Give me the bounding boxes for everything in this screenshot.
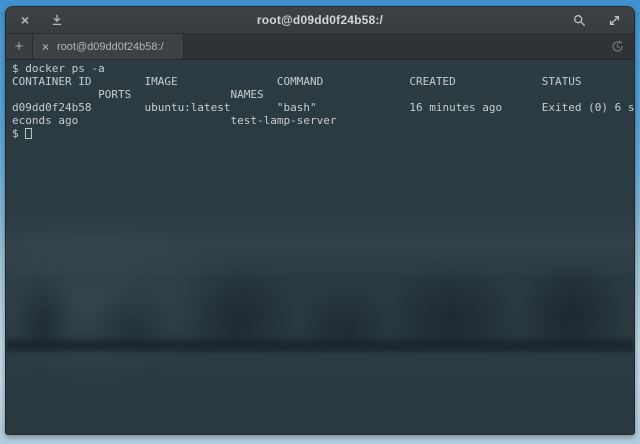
tab-bar-spacer [184, 34, 634, 59]
download-icon [51, 14, 63, 26]
search-icon [573, 14, 586, 27]
history-icon [611, 40, 624, 53]
prompt-text: $ [12, 127, 25, 140]
maximize-button[interactable] [606, 12, 622, 28]
tab-title: root@d09dd0f24b58:/ [57, 41, 164, 53]
terminal-line: PORTS NAMES [12, 88, 634, 101]
tab-close-icon[interactable]: × [42, 41, 49, 53]
prompt-line: $ [12, 127, 634, 140]
terminal-line: CONTAINER ID IMAGE COMMAND CREATED STATU… [12, 75, 634, 88]
terminal-text: $ docker ps -a CONTAINER ID IMAGE COMMAN… [6, 60, 634, 140]
wallpaper-trees [6, 263, 634, 345]
wallpaper-ground [6, 336, 634, 352]
terminal-cursor [25, 128, 32, 139]
wallpaper-haze [6, 205, 634, 275]
titlebar[interactable]: × root@d09dd0f24b58:/ [6, 7, 634, 34]
terminal-line: $ docker ps -a [12, 62, 634, 75]
tab-bar: + × root@d09dd0f24b58:/ [6, 34, 634, 60]
wallpaper-lower [6, 352, 634, 434]
expand-icon [608, 14, 621, 27]
terminal-line: econds ago test-lamp-server [12, 114, 634, 127]
download-button[interactable] [49, 12, 65, 28]
wallpaper-glow [6, 220, 246, 380]
plus-icon: + [15, 38, 24, 55]
new-tab-button[interactable]: + [6, 34, 33, 59]
terminal-line: d09dd0f24b58 ubuntu:latest "bash" 16 min… [12, 101, 634, 114]
terminal-output[interactable]: $ docker ps -a CONTAINER ID IMAGE COMMAN… [6, 60, 634, 434]
close-button[interactable]: × [17, 12, 33, 28]
window-title: root@d09dd0f24b58:/ [6, 7, 634, 33]
search-button[interactable] [571, 12, 587, 28]
terminal-window: × root@d09dd0f24b58:/ [5, 6, 635, 435]
history-button[interactable] [609, 39, 625, 55]
close-icon: × [21, 13, 29, 27]
tab-terminal[interactable]: × root@d09dd0f24b58:/ [33, 34, 184, 59]
